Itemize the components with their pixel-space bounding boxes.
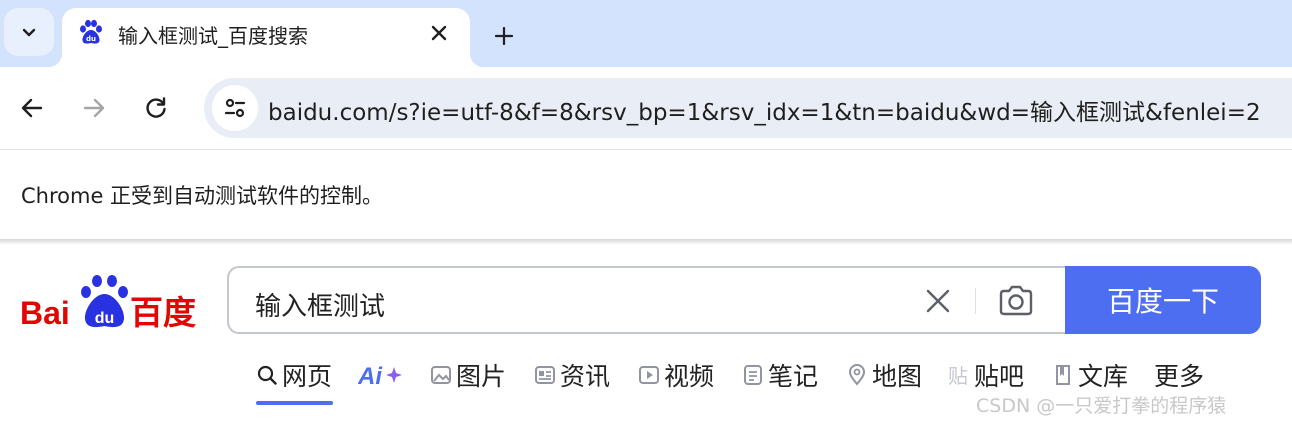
search-icon: [257, 365, 277, 385]
ai-plus-icon: Ai: [358, 363, 402, 388]
video-icon: [639, 366, 659, 384]
browser-toolbar: baidu.com/s?ie=utf-8&f=8&rsv_bp=1&rsv_id…: [0, 67, 1292, 149]
chevron-down-icon: [22, 28, 36, 37]
tab-label: 贴吧: [974, 362, 1025, 391]
infobar-shadow: [0, 239, 1292, 245]
forward-button[interactable]: [74, 88, 114, 128]
baidu-logo[interactable]: Bai du 百度: [20, 272, 204, 330]
tab-label: 资讯: [560, 362, 611, 391]
tab-strip: du 输入框测试_百度搜索: [0, 0, 1292, 67]
tab-close-button[interactable]: [424, 18, 454, 48]
tieba-icon: 贴: [948, 364, 968, 386]
tab-images[interactable]: 图片: [430, 358, 506, 392]
automation-infobar: Chrome 正受到自动测试软件的控制。: [0, 149, 1292, 239]
tab-web[interactable]: 网页: [256, 358, 332, 392]
tab-title: 输入框测试_百度搜索: [118, 24, 308, 48]
svg-text:du: du: [95, 310, 115, 327]
tab-map[interactable]: 地图: [846, 358, 922, 392]
site-info-button[interactable]: [212, 85, 258, 131]
tab-news[interactable]: 资讯: [534, 358, 610, 392]
reload-icon: [146, 97, 166, 118]
svg-text:贴: 贴: [948, 364, 968, 386]
arrow-right-icon: [83, 98, 105, 118]
svg-text:Ai: Ai: [358, 363, 383, 388]
tab-library[interactable]: 文库: [1052, 358, 1128, 392]
svg-text:du: du: [86, 35, 96, 43]
close-icon: [431, 25, 447, 41]
search-button[interactable]: 百度一下: [1065, 266, 1261, 334]
tab-label: 更多: [1154, 362, 1205, 391]
news-icon: [535, 366, 555, 384]
new-tab-button[interactable]: [484, 16, 524, 56]
reload-button[interactable]: [136, 88, 176, 128]
tab-label: 视频: [664, 362, 715, 391]
tab-more[interactable]: 更多: [1154, 358, 1204, 392]
baidu-paw-icon: du: [80, 19, 102, 44]
arrow-left-icon: [21, 98, 43, 118]
search-box[interactable]: 输入框测试: [227, 266, 1077, 334]
svg-text:百度: 百度: [130, 293, 196, 330]
watermark: CSDN @一只爱打拳的程序猿: [976, 395, 1227, 417]
tab-tieba[interactable]: 贴 贴吧: [948, 358, 1024, 392]
tab-video[interactable]: 视频: [638, 358, 714, 392]
address-bar[interactable]: baidu.com/s?ie=utf-8&f=8&rsv_bp=1&rsv_id…: [204, 78, 1292, 138]
note-icon: [744, 365, 762, 385]
tab-label: 文库: [1078, 362, 1129, 391]
active-tab-indicator: [256, 401, 333, 405]
clear-icon[interactable]: [923, 286, 953, 316]
tune-icon: [224, 98, 246, 118]
browser-tab[interactable]: du 输入框测试_百度搜索: [48, 8, 484, 67]
tab-notes[interactable]: 笔记: [742, 358, 818, 392]
infobar-message: Chrome 正受到自动测试软件的控制。: [21, 184, 384, 208]
plus-icon: [494, 26, 514, 46]
camera-icon[interactable]: [997, 283, 1035, 319]
tab-label: 笔记: [768, 362, 819, 391]
svg-text:Bai: Bai: [20, 295, 70, 330]
tab-label: 网页: [282, 362, 333, 391]
divider: [975, 288, 976, 314]
url-text[interactable]: baidu.com/s?ie=utf-8&f=8&rsv_bp=1&rsv_id…: [268, 93, 1261, 127]
image-icon: [431, 366, 451, 384]
tab-ai[interactable]: Ai: [358, 358, 404, 392]
library-icon: [1056, 365, 1070, 385]
tab-search-button[interactable]: [4, 8, 54, 56]
map-icon: [848, 364, 866, 386]
tab-label: 地图: [872, 362, 923, 391]
back-button[interactable]: [12, 88, 52, 128]
tab-label: 图片: [456, 362, 507, 391]
search-input[interactable]: 输入框测试: [255, 286, 385, 323]
